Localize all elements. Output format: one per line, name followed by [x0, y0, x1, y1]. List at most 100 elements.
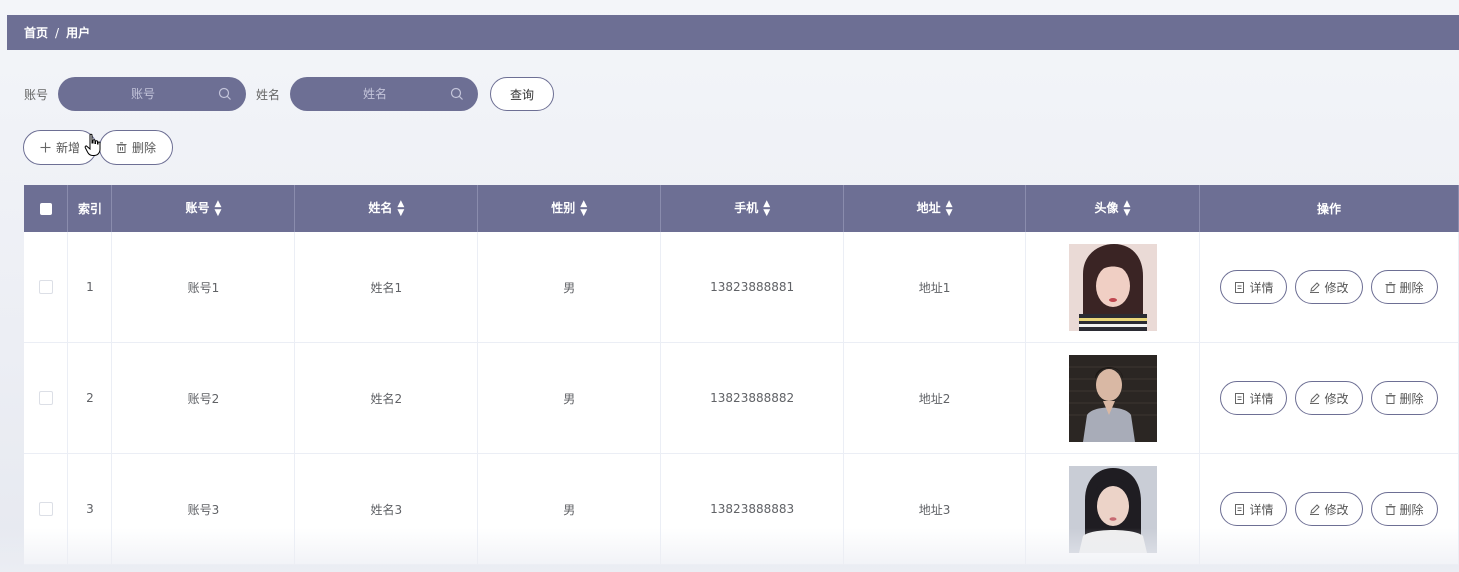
column-header-account-label: 账号: [185, 201, 210, 216]
user-table: 索引 账号 ▲︎ ▼︎ 姓名 ▲ ▼ 性别 ▲ ▼ 手机 ▲ ▼ 地址 ▲ ▼ 头像 ▲ ▼ 操作 1 …: [24, 185, 1459, 565]
trash-icon: [1385, 281, 1395, 293]
row-actions: 详情 修改 删除: [1200, 381, 1458, 415]
row-delete-button-label: 删除: [1399, 391, 1424, 406]
cell-index: 1: [67, 232, 113, 343]
detail-button[interactable]: 详情: [1220, 381, 1288, 415]
table-row: 1 账号1 姓名1 男 13823888881 地址1 详情 修改 删除: [24, 232, 1459, 343]
delete-button-label: 删除: [132, 141, 157, 155]
row-checkbox[interactable]: [38, 502, 53, 517]
row-actions: 详情 修改 删除: [1200, 492, 1458, 526]
table-header-row: 索引 账号 ▲︎ ▼︎ 姓名 ▲ ▼ 性别 ▲ ▼ 手机 ▲ ▼ 地址 ▲ ▼ 头像 ▲ ▼ 操作: [24, 185, 1459, 232]
cell-phone: 13823888881: [660, 232, 845, 343]
avatar: [1068, 243, 1157, 331]
cell-gender: 男: [477, 232, 662, 343]
pencil-icon: [1310, 281, 1321, 293]
edit-button-label: 修改: [1324, 280, 1349, 295]
sort-icon[interactable]: ▲ ▼: [946, 199, 953, 218]
cell-account: 账号1: [111, 232, 296, 343]
sort-icon[interactable]: ▲ ▼: [763, 199, 770, 218]
sort-icon[interactable]: ▲ ▼: [397, 199, 404, 218]
search-form: 账号 姓名 查询: [24, 77, 555, 111]
name-search-field[interactable]: [290, 77, 479, 111]
name-search-label: 姓名: [256, 87, 281, 102]
account-search-label: 账号: [24, 87, 49, 102]
column-header-phone-label: 手机: [734, 201, 759, 216]
sort-icon[interactable]: ▲ ▼: [580, 199, 587, 218]
cell-address: 地址3: [843, 453, 1027, 565]
cell-name: 姓名1: [294, 232, 479, 343]
edit-button-label: 修改: [1324, 391, 1349, 406]
detail-button[interactable]: 详情: [1220, 492, 1288, 526]
account-search-field[interactable]: [58, 77, 247, 111]
cell-phone: 13823888883: [660, 453, 845, 565]
column-header-avatar[interactable]: 头像 ▲ ▼: [1025, 185, 1200, 232]
detail-button-label: 详情: [1249, 280, 1274, 295]
cell-address: 地址1: [843, 232, 1027, 343]
add-button-label: 新增: [56, 141, 81, 155]
document-icon: [1235, 392, 1245, 404]
edit-button[interactable]: 修改: [1295, 492, 1363, 526]
trash-icon: [1385, 503, 1395, 515]
cell-account: 账号2: [111, 342, 296, 454]
column-header-avatar-label: 头像: [1094, 201, 1119, 216]
select-all-header[interactable]: [24, 185, 69, 232]
table-row: 3 账号3 姓名3 男 13823888883 地址3 详情 修改 删除: [24, 453, 1459, 565]
row-checkbox[interactable]: [38, 391, 53, 406]
column-header-phone[interactable]: 手机 ▲ ▼: [660, 185, 845, 232]
cell-name: 姓名3: [294, 453, 479, 565]
trash-icon: [1385, 392, 1395, 404]
document-icon: [1235, 281, 1245, 293]
column-header-index: 索引: [67, 185, 113, 232]
avatar: [1068, 465, 1157, 553]
cell-phone: 13823888882: [660, 342, 845, 454]
cell-address: 地址2: [843, 342, 1027, 454]
edit-button[interactable]: 修改: [1295, 270, 1363, 304]
row-delete-button[interactable]: 删除: [1370, 381, 1438, 415]
sort-icon[interactable]: ▲︎ ▼︎: [214, 199, 221, 218]
detail-button[interactable]: 详情: [1220, 270, 1288, 304]
select-all-checkbox[interactable]: [39, 203, 52, 215]
pencil-icon: [1310, 503, 1321, 515]
row-checkbox[interactable]: [38, 280, 53, 295]
edit-button-label: 修改: [1324, 502, 1349, 517]
column-header-address-label: 地址: [916, 201, 941, 216]
sort-icon[interactable]: ▲ ▼: [1124, 199, 1131, 218]
name-search-input[interactable]: [300, 77, 451, 111]
query-button[interactable]: 查询: [490, 77, 555, 111]
row-delete-button-label: 删除: [1399, 502, 1424, 517]
search-icon: [450, 87, 463, 100]
column-header-name-label: 姓名: [368, 201, 393, 216]
cell-gender: 男: [477, 453, 662, 565]
row-actions: 详情 修改 删除: [1200, 270, 1458, 304]
edit-button[interactable]: 修改: [1295, 381, 1363, 415]
cell-index: 3: [67, 453, 113, 565]
cell-account: 账号3: [111, 453, 296, 565]
row-delete-button-label: 删除: [1399, 280, 1424, 295]
row-delete-button[interactable]: 删除: [1370, 270, 1438, 304]
account-search-input[interactable]: [68, 77, 219, 111]
detail-button-label: 详情: [1249, 391, 1274, 406]
hand-cursor-icon: [84, 133, 101, 156]
breadcrumb-separator: /: [55, 25, 60, 40]
table-row: 2 账号2 姓名2 男 13823888882 地址2 详情 修改 删除: [24, 342, 1459, 454]
column-header-gender[interactable]: 性别 ▲ ▼: [477, 185, 662, 232]
column-header-account[interactable]: 账号 ▲︎ ▼︎: [111, 185, 296, 232]
breadcrumb-home[interactable]: 首页: [24, 24, 48, 41]
column-header-gender-label: 性别: [551, 201, 576, 216]
document-icon: [1235, 503, 1245, 515]
pencil-icon: [1310, 392, 1321, 404]
avatar: [1068, 354, 1157, 442]
detail-button-label: 详情: [1249, 502, 1274, 517]
delete-button[interactable]: 删除: [99, 130, 174, 165]
breadcrumb: 首页 / 用户: [7, 15, 1459, 50]
row-delete-button[interactable]: 删除: [1370, 492, 1438, 526]
column-header-name[interactable]: 姓名 ▲ ▼: [294, 185, 479, 232]
plus-icon: [40, 142, 51, 153]
breadcrumb-current: 用户: [66, 26, 91, 40]
cell-gender: 男: [477, 342, 662, 454]
column-header-address[interactable]: 地址 ▲ ▼: [843, 185, 1027, 232]
trash-icon: [116, 142, 127, 153]
cell-index: 2: [67, 342, 113, 454]
search-icon: [218, 87, 231, 100]
cell-name: 姓名2: [294, 342, 479, 454]
